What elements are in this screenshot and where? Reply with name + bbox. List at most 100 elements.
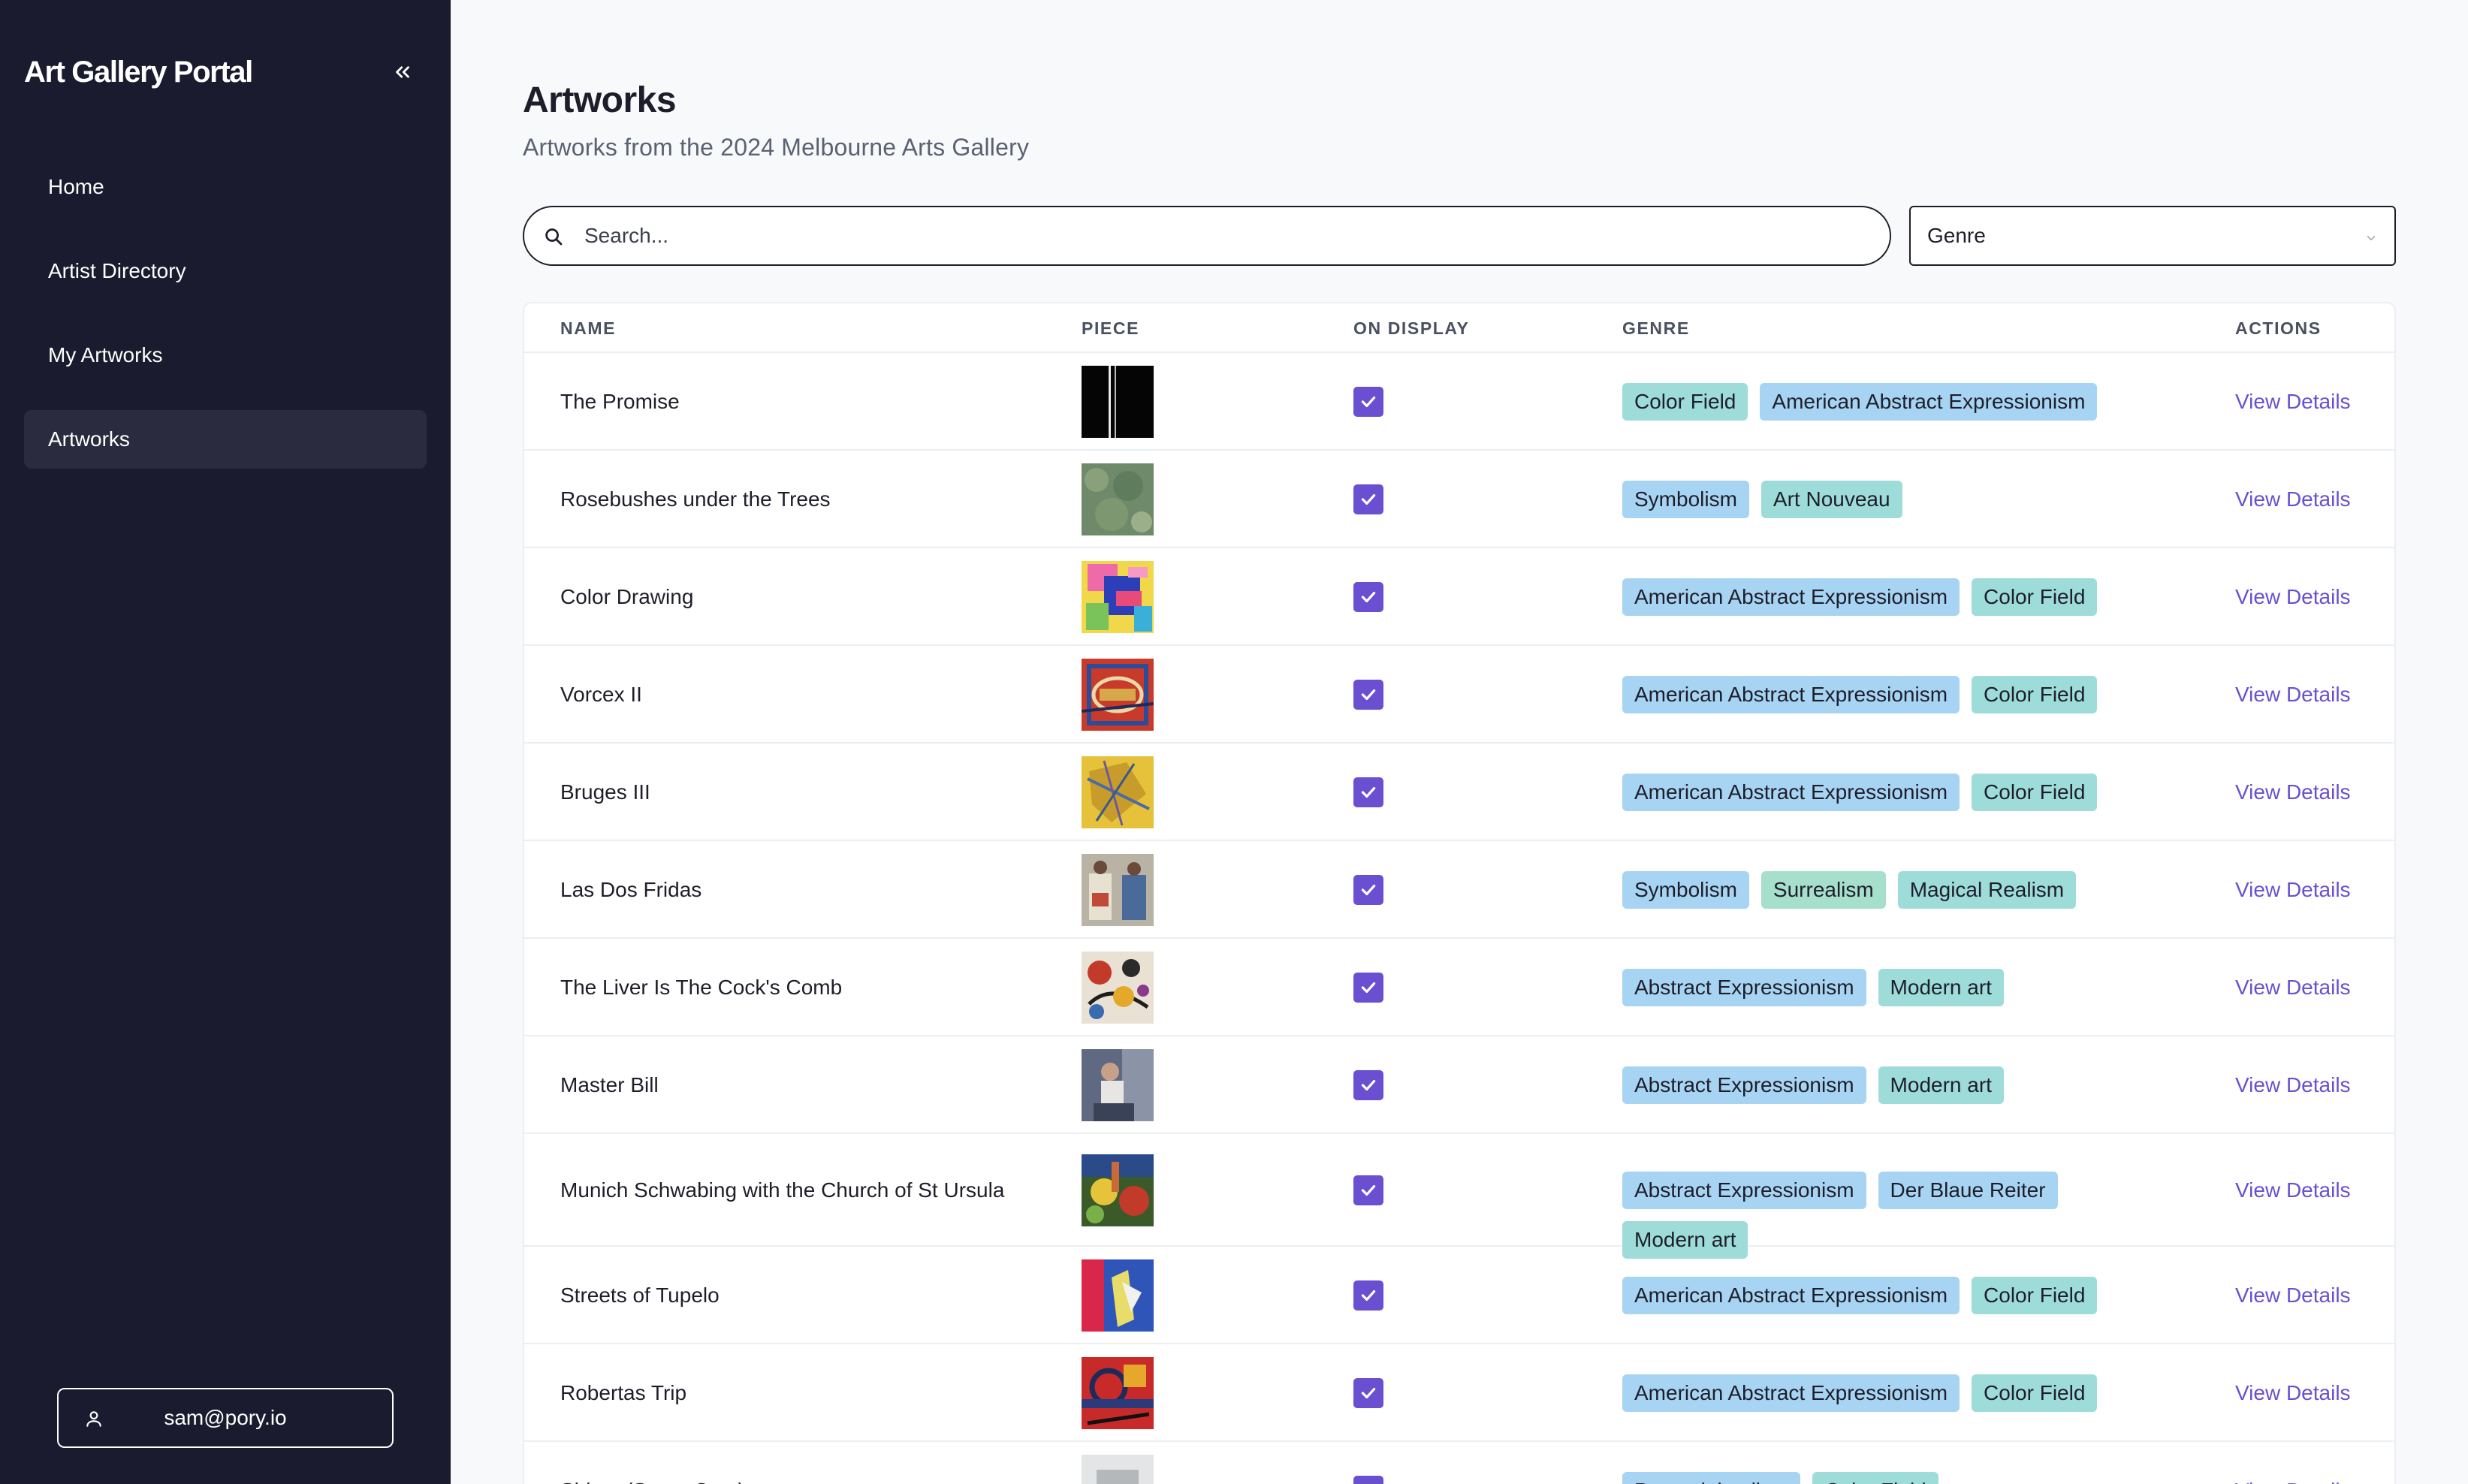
search-input[interactable] <box>584 218 1861 254</box>
genre-tags: American Abstract Expressionism Color Fie… <box>1622 578 2133 616</box>
check-icon <box>1361 591 1376 603</box>
genre-tag: Der Blaue Reiter <box>1878 1172 2058 1209</box>
genre-tags: Post-minimalism Color Field <box>1622 1472 2133 1484</box>
on-display-checkbox[interactable] <box>1353 1476 1383 1484</box>
on-display-checkbox[interactable] <box>1353 387 1383 417</box>
view-details-link[interactable]: View Details <box>2235 1381 2351 1405</box>
column-header-genre[interactable]: GENRE <box>1622 318 1690 339</box>
artwork-name: Las Dos Fridas <box>560 878 702 901</box>
genre-tag: Color Field <box>1812 1472 1938 1484</box>
artwork-thumbnail <box>1082 366 1154 438</box>
genre-tags: American Abstract Expressionism Color Fie… <box>1622 1374 2133 1412</box>
genre-tag: Color Field <box>1972 1277 2098 1314</box>
artwork-name: The Promise <box>560 390 680 413</box>
genre-tags: Abstract Expressionism Modern art <box>1622 969 2133 1006</box>
on-display-checkbox[interactable] <box>1353 1378 1383 1408</box>
table-row: Vorcex II American Abstract Expressionism… <box>524 646 2394 744</box>
sidebar-item-home[interactable]: Home <box>24 158 427 216</box>
check-icon <box>1361 786 1376 798</box>
table-row: Las Dos Fridas Symbolism Surrealism Magical… <box>524 841 2394 939</box>
on-display-checkbox[interactable] <box>1353 1175 1383 1205</box>
view-details-link[interactable]: View Details <box>2235 585 2351 609</box>
genre-tags: American Abstract Expressionism Color Fie… <box>1622 676 2133 713</box>
check-icon <box>1361 884 1376 896</box>
genre-tag: Symbolism <box>1622 481 1749 518</box>
sidebar-item-label: Home <box>48 175 104 198</box>
sidebar-item-artworks[interactable]: Artworks <box>24 410 427 469</box>
on-display-checkbox[interactable] <box>1353 582 1383 612</box>
genre-tag: Color Field <box>1972 1374 2098 1412</box>
view-details-link[interactable]: View Details <box>2235 878 2351 902</box>
on-display-checkbox[interactable] <box>1353 777 1383 807</box>
genre-filter-label: Genre <box>1927 224 1986 247</box>
sidebar-nav: Home Artist Directory My Artworks Artwor… <box>24 158 427 494</box>
artwork-name: Streets of Tupelo <box>560 1283 720 1307</box>
table-row: The Liver Is The Cock's Comb Abstract Exp… <box>524 939 2394 1036</box>
check-icon <box>1361 982 1376 994</box>
check-icon <box>1361 689 1376 701</box>
artwork-thumbnail <box>1082 952 1154 1024</box>
check-icon <box>1361 1079 1376 1091</box>
genre-tag: Modern art <box>1878 1066 2004 1104</box>
table-row: Robertas Trip American Abstract Expressio… <box>524 1344 2394 1442</box>
artwork-thumbnail <box>1082 1259 1154 1332</box>
artwork-name: Master Bill <box>560 1073 659 1096</box>
artwork-thumbnail <box>1082 659 1154 731</box>
sidebar-item-label: Artworks <box>48 427 130 451</box>
on-display-checkbox[interactable] <box>1353 1070 1383 1100</box>
on-display-checkbox[interactable] <box>1353 875 1383 905</box>
check-icon <box>1361 493 1376 505</box>
table-row: Streets of Tupelo American Abstract Expre… <box>524 1247 2394 1344</box>
view-details-link[interactable]: View Details <box>2235 390 2351 414</box>
user-account-button[interactable]: sam@pory.io <box>57 1388 394 1448</box>
genre-tags: Abstract Expressionism Modern art <box>1622 1066 2133 1104</box>
on-display-checkbox[interactable] <box>1353 680 1383 710</box>
artwork-thumbnail <box>1082 756 1154 828</box>
sidebar-item-artist-directory[interactable]: Artist Directory <box>24 242 427 300</box>
artwork-thumbnail <box>1082 1357 1154 1429</box>
table-row: Color Drawing American Abstract Expressio… <box>524 548 2394 646</box>
view-details-link[interactable]: View Details <box>2235 976 2351 1000</box>
view-details-link[interactable]: View Details <box>2235 487 2351 511</box>
on-display-checkbox[interactable] <box>1353 484 1383 514</box>
chevron-down-icon <box>2367 236 2376 240</box>
genre-tags: Symbolism Surrealism Magical Realism <box>1622 871 2133 909</box>
search-icon <box>545 228 563 246</box>
genre-tag: American Abstract Expressionism <box>1622 774 1960 811</box>
page-title: Artworks <box>523 80 677 120</box>
column-header-on-display[interactable]: ON DISPLAY <box>1353 318 1469 339</box>
genre-tags: Abstract Expressionism Der Blaue Reiter Mo… <box>1622 1172 2133 1259</box>
genre-tag: American Abstract Expressionism <box>1622 578 1960 616</box>
view-details-link[interactable]: View Details <box>2235 1479 2351 1484</box>
column-header-piece[interactable]: PIECE <box>1082 318 1139 339</box>
collapse-sidebar-button[interactable] <box>385 56 421 89</box>
search-bar <box>523 206 1891 266</box>
on-display-checkbox[interactable] <box>1353 973 1383 1003</box>
artwork-thumbnail <box>1082 1154 1154 1226</box>
genre-filter-select[interactable]: Genre <box>1909 206 2396 266</box>
view-details-link[interactable]: View Details <box>2235 683 2351 707</box>
app-title: Art Gallery Portal <box>24 56 253 89</box>
sidebar-item-label: Artist Directory <box>48 259 186 282</box>
view-details-link[interactable]: View Details <box>2235 1073 2351 1097</box>
view-details-link[interactable]: View Details <box>2235 1283 2351 1308</box>
sidebar-item-my-artworks[interactable]: My Artworks <box>24 326 427 385</box>
genre-tag: Color Field <box>1972 578 2098 616</box>
table-row: Shiraz (Santa Cruz) Post-minimalism Color … <box>524 1442 2394 1484</box>
column-header-name[interactable]: NAME <box>560 318 616 339</box>
sidebar-item-label: My Artworks <box>48 343 163 366</box>
genre-tags: American Abstract Expressionism Color Fie… <box>1622 1277 2133 1314</box>
artwork-name: Rosebushes under the Trees <box>560 487 831 511</box>
genre-tag: American Abstract Expressionism <box>1622 676 1960 713</box>
view-details-link[interactable]: View Details <box>2235 1178 2351 1202</box>
artworks-table: NAME PIECE ON DISPLAY GENRE ACTIONS The … <box>523 302 2396 1484</box>
user-icon <box>86 1411 101 1427</box>
genre-tag: Modern art <box>1878 969 2004 1006</box>
genre-tags: Color Field American Abstract Expressioni… <box>1622 383 2133 421</box>
artwork-thumbnail <box>1082 1455 1154 1484</box>
genre-tag: Magical Realism <box>1897 871 2077 909</box>
on-display-checkbox[interactable] <box>1353 1280 1383 1311</box>
view-details-link[interactable]: View Details <box>2235 780 2351 804</box>
artwork-name: Vorcex II <box>560 683 642 706</box>
artwork-name: Robertas Trip <box>560 1381 687 1404</box>
